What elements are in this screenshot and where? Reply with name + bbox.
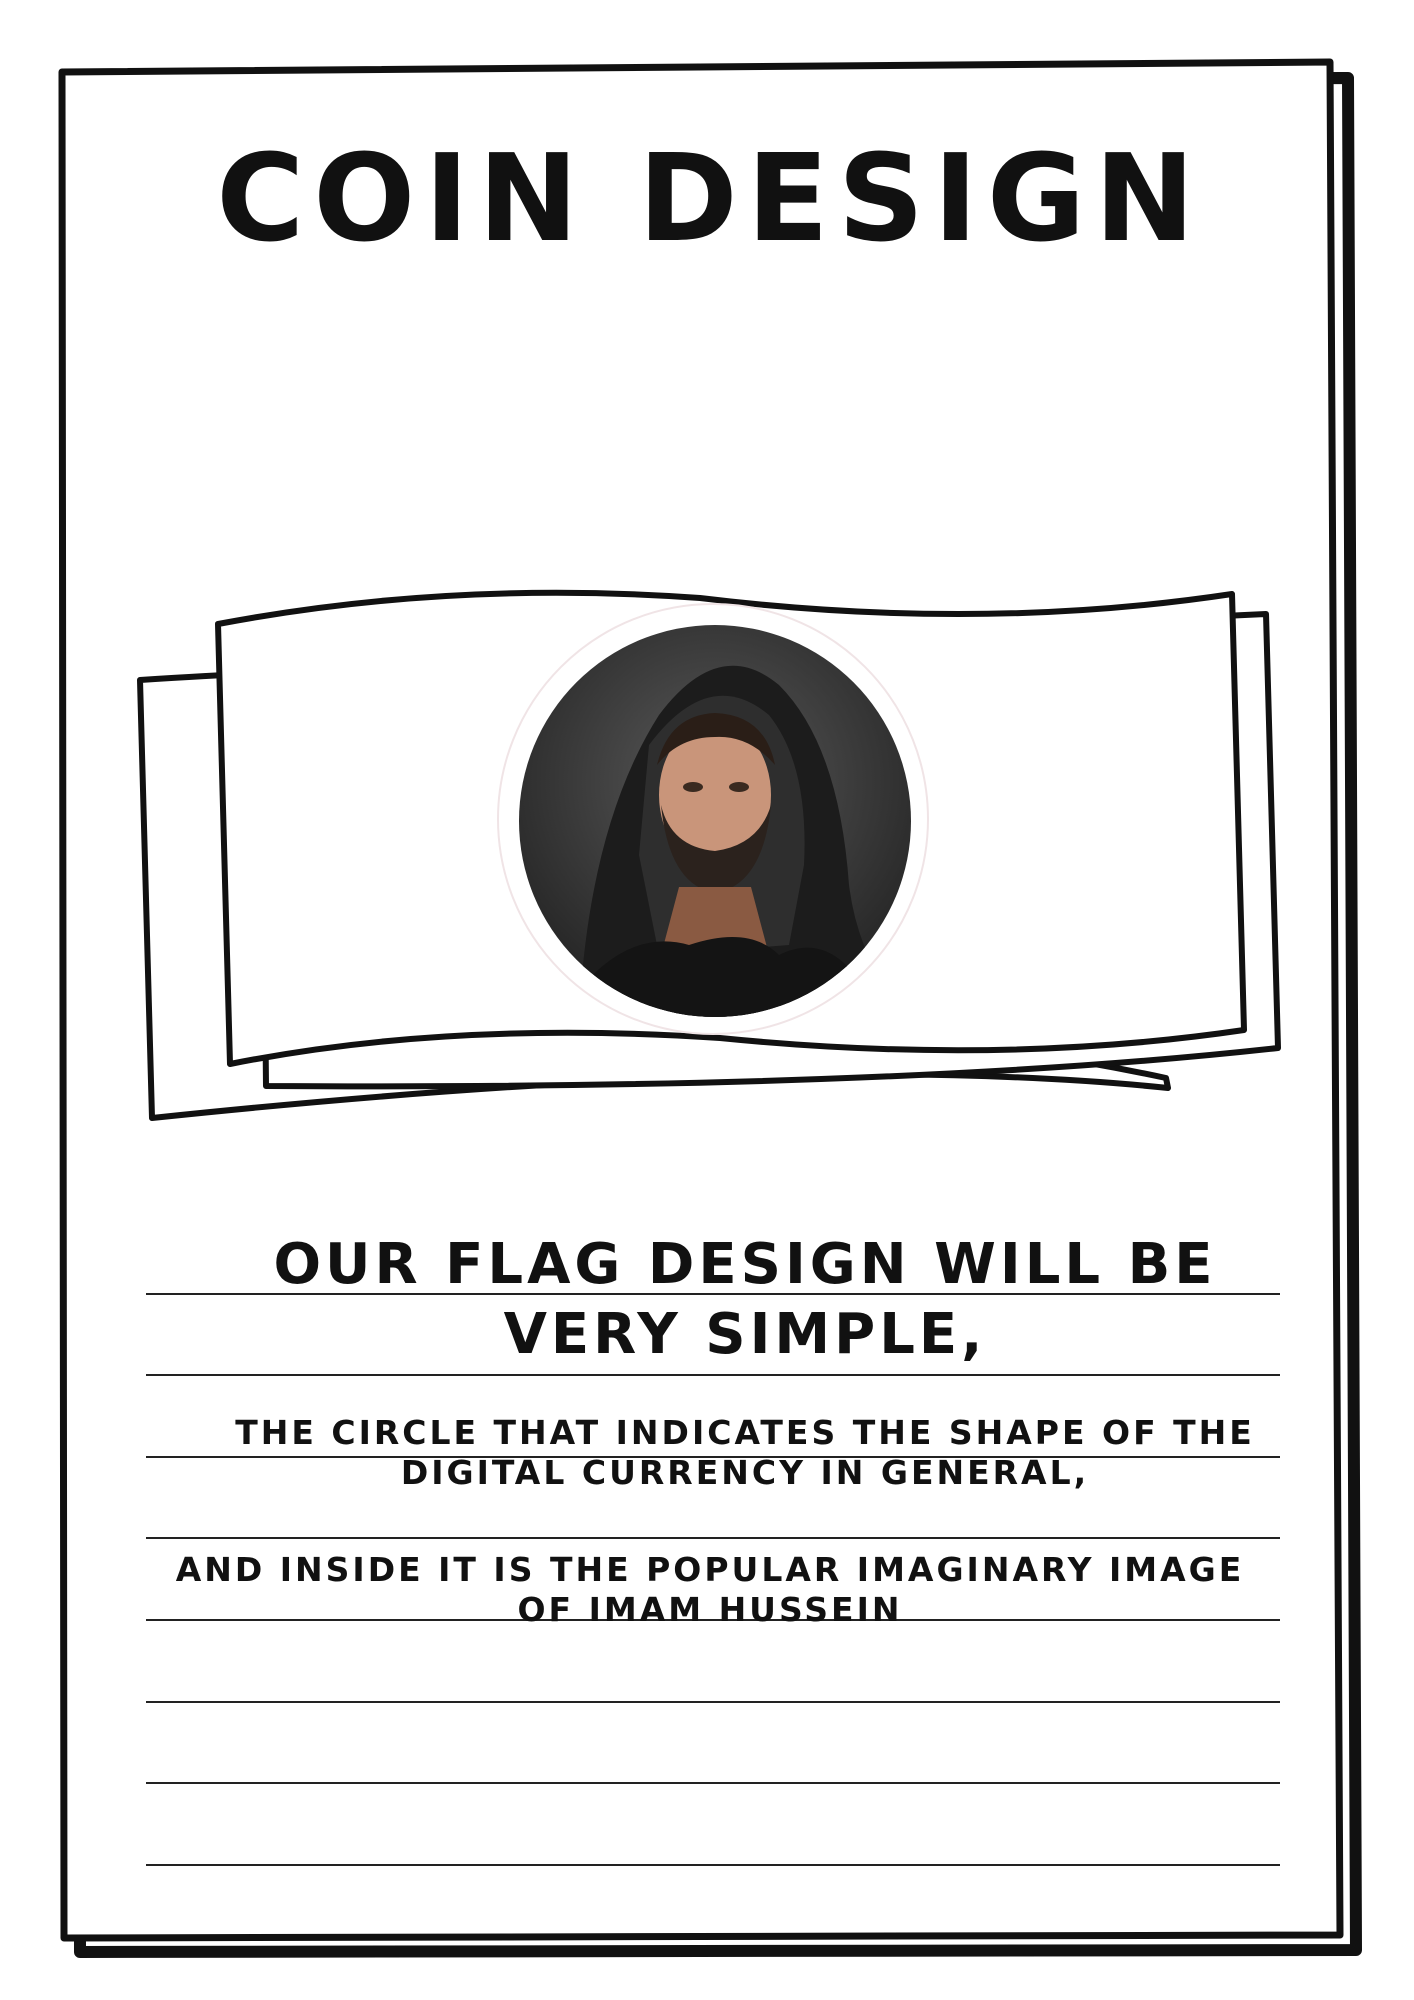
coin-medallion (497, 603, 929, 1035)
page-title: COIN DESIGN (216, 130, 1204, 269)
paragraph-inner-image: AND INSIDE IT IS THE POPULAR IMAGINARY I… (175, 1550, 1245, 1629)
paragraph-flag-design: OUR FLAG DESIGN WILL BE VERY SIMPLE, (273, 1232, 1217, 1367)
portrait-image (519, 625, 911, 1017)
paragraph-circle-shape: THE CIRCLE THAT INDICATES THE SHAPE OF T… (235, 1413, 1255, 1492)
